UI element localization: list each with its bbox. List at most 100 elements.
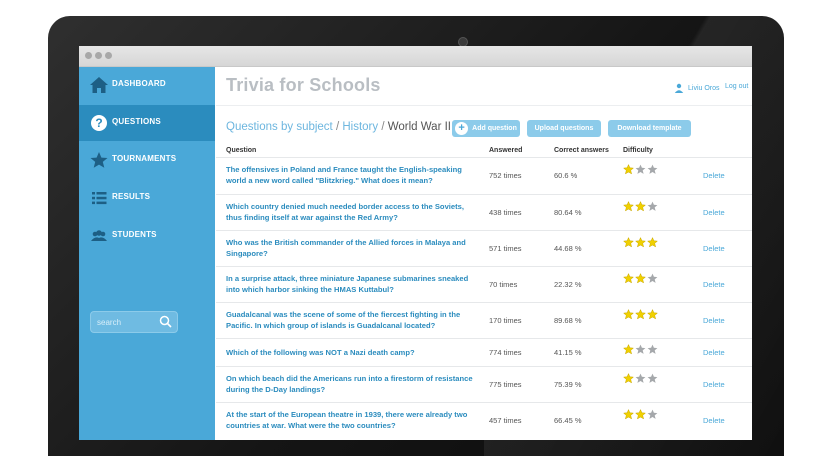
difficulty-rating xyxy=(623,307,659,320)
star-empty-icon xyxy=(635,373,646,383)
answered-count: 571 times xyxy=(489,244,522,253)
user-name: Liviu Oros xyxy=(688,84,720,92)
difficulty-rating xyxy=(623,235,659,248)
upload-questions-button[interactable]: Upload questions xyxy=(527,120,601,137)
question-icon: ? xyxy=(91,115,107,131)
question-link[interactable]: On which beach did the Americans run int… xyxy=(226,373,476,395)
star-icon xyxy=(90,152,108,168)
question-link[interactable]: At the start of the European theatre in … xyxy=(226,409,476,431)
add-question-label: Add question xyxy=(472,125,517,132)
search-input[interactable] xyxy=(95,315,159,330)
star-empty-icon xyxy=(635,164,646,174)
star-filled-icon xyxy=(623,309,634,320)
table-row: At the start of the European theatre in … xyxy=(216,402,752,440)
correct-percentage: 22.32 % xyxy=(554,280,582,289)
difficulty-rating xyxy=(623,271,659,284)
delete-link[interactable]: Delete xyxy=(703,244,725,253)
sidebar-item-label: TOURNAMENTS xyxy=(112,154,177,163)
question-link[interactable]: The offensives in Poland and France taug… xyxy=(226,164,476,186)
star-empty-icon xyxy=(647,273,658,283)
question-link[interactable]: Which country denied much needed border … xyxy=(226,201,476,223)
answered-count: 774 times xyxy=(489,348,522,357)
user-profile[interactable]: Liviu Oros xyxy=(674,83,720,93)
difficulty-rating xyxy=(623,407,659,420)
search-icon[interactable] xyxy=(159,315,172,328)
question-link[interactable]: In a surprise attack, three miniature Ja… xyxy=(226,273,476,295)
star-filled-icon xyxy=(635,201,646,212)
sidebar-item-dashboard[interactable]: DASHBOARD xyxy=(79,67,215,103)
breadcrumb-separator: / xyxy=(378,121,388,133)
delete-link[interactable]: Delete xyxy=(703,348,725,357)
delete-link[interactable]: Delete xyxy=(703,416,725,425)
correct-percentage: 75.39 % xyxy=(554,380,582,389)
question-link[interactable]: Which of the following was NOT a Nazi de… xyxy=(226,347,476,358)
star-empty-icon xyxy=(647,344,658,354)
add-question-button[interactable]: + Add question xyxy=(452,120,520,137)
difficulty-rating xyxy=(623,371,659,384)
answered-count: 775 times xyxy=(489,380,522,389)
table-row: Who was the British commander of the All… xyxy=(216,230,752,267)
column-header-answered[interactable]: Answered xyxy=(489,147,522,154)
sidebar-item-students[interactable]: STUDENTS xyxy=(79,218,215,254)
question-link[interactable]: Who was the British commander of the All… xyxy=(226,237,476,259)
breadcrumb-link-history[interactable]: History xyxy=(342,121,378,133)
list-icon xyxy=(92,192,107,205)
sidebar: DASHBOARD ? QUESTIONS TOURNAMENTS RESULT… xyxy=(79,67,215,440)
star-empty-icon xyxy=(647,373,658,383)
correct-percentage: 89.68 % xyxy=(554,316,582,325)
sidebar-item-label: QUESTIONS xyxy=(112,117,161,126)
browser-window: DASHBOARD ? QUESTIONS TOURNAMENTS RESULT… xyxy=(79,46,752,440)
users-icon xyxy=(91,230,107,241)
correct-percentage: 66.45 % xyxy=(554,416,582,425)
table-row: The offensives in Poland and France taug… xyxy=(216,157,752,195)
correct-percentage: 41.15 % xyxy=(554,348,582,357)
column-header-difficulty[interactable]: Difficulty xyxy=(623,147,653,154)
sidebar-item-tournaments[interactable]: TOURNAMENTS xyxy=(79,142,215,178)
table-row: Which country denied much needed border … xyxy=(216,194,752,231)
delete-link[interactable]: Delete xyxy=(703,171,725,180)
difficulty-rating xyxy=(623,199,659,212)
table-row: Which of the following was NOT a Nazi de… xyxy=(216,338,752,367)
logout-link[interactable]: Log out xyxy=(725,83,748,90)
window-minimize-dot[interactable] xyxy=(95,52,102,59)
difficulty-rating xyxy=(623,342,659,355)
user-icon xyxy=(674,83,684,93)
window-titlebar xyxy=(79,46,752,67)
column-header-correct[interactable]: Correct answers xyxy=(554,147,609,154)
breadcrumb-link-subjects[interactable]: Questions by subject xyxy=(226,121,333,133)
app-title: Trivia for Schools xyxy=(226,75,381,95)
sidebar-item-questions[interactable]: ? QUESTIONS xyxy=(79,105,215,141)
delete-link[interactable]: Delete xyxy=(703,380,725,389)
delete-link[interactable]: Delete xyxy=(703,316,725,325)
star-filled-icon xyxy=(623,201,634,212)
sidebar-item-results[interactable]: RESULTS xyxy=(79,180,215,216)
column-header-question[interactable]: Question xyxy=(226,147,256,154)
star-filled-icon xyxy=(623,373,634,384)
window-zoom-dot[interactable] xyxy=(105,52,112,59)
delete-link[interactable]: Delete xyxy=(703,208,725,217)
star-filled-icon xyxy=(635,309,646,320)
star-empty-icon xyxy=(647,201,658,211)
delete-link[interactable]: Delete xyxy=(703,280,725,289)
star-filled-icon xyxy=(623,273,634,284)
sidebar-item-label: RESULTS xyxy=(112,192,151,201)
star-filled-icon xyxy=(635,273,646,284)
sidebar-item-label: STUDENTS xyxy=(112,230,157,239)
window-close-dot[interactable] xyxy=(85,52,92,59)
table-row: In a surprise attack, three miniature Ja… xyxy=(216,266,752,303)
star-filled-icon xyxy=(623,164,634,175)
star-filled-icon xyxy=(635,237,646,248)
star-empty-icon xyxy=(647,164,658,174)
home-icon xyxy=(90,77,108,93)
star-filled-icon xyxy=(623,344,634,355)
question-link[interactable]: Guadalcanal was the scene of some of the… xyxy=(226,309,476,331)
breadcrumb-current: World War II xyxy=(387,121,451,133)
star-filled-icon xyxy=(623,409,634,420)
answered-count: 752 times xyxy=(489,171,522,180)
download-template-button[interactable]: Download template xyxy=(608,120,691,137)
answered-count: 170 times xyxy=(489,316,522,325)
answered-count: 70 times xyxy=(489,280,518,289)
answered-count: 457 times xyxy=(489,416,522,425)
star-empty-icon xyxy=(647,409,658,419)
svg-text:?: ? xyxy=(95,116,102,130)
